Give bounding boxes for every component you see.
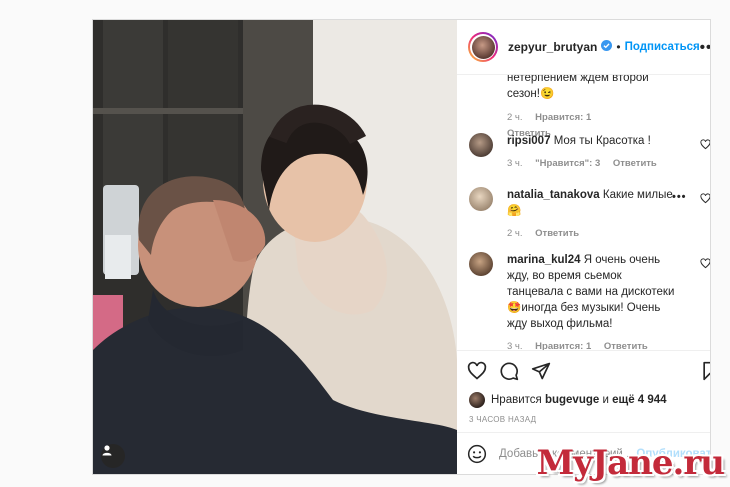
comment-username[interactable]: natalia_tanakova (507, 189, 600, 201)
comment-time[interactable]: 2 ч. (507, 112, 523, 123)
comment-username[interactable]: marina_kul24 (507, 254, 581, 266)
comment-likes[interactable]: "Нравится": 3 (535, 158, 600, 169)
comment-username[interactable]: ripsi007 (507, 135, 550, 147)
share-icon[interactable] (531, 361, 551, 381)
follow-button[interactable]: Подписаться (625, 41, 700, 53)
comment-item: marina_kul24 Я очень очень жду, во время… (469, 252, 711, 350)
photo-illustration (93, 20, 457, 474)
post-timestamp: 3 ЧАСОВ НАЗАД (469, 415, 537, 424)
heart-icon[interactable] (699, 193, 711, 204)
comment-fragment-text: нетерпением ждем второй сезон!😉 (507, 75, 649, 100)
author-avatar[interactable] (468, 32, 498, 62)
reply-button[interactable]: Ответить (604, 341, 648, 350)
comment-item: natalia_tanakova Какие милые 🤗 2 ч. Отве… (469, 187, 711, 242)
author-username[interactable]: zepyur_brutyan (508, 40, 597, 54)
liker-username[interactable]: bugevuge (545, 394, 599, 406)
comment-meta: 2 ч. Ответить (507, 226, 677, 242)
comment-time[interactable]: 3 ч. (507, 341, 523, 350)
reply-button[interactable]: Ответить (613, 158, 657, 169)
heart-icon[interactable] (467, 361, 487, 381)
comment-likes[interactable]: Нравится: 1 (535, 112, 591, 123)
watermark-logo: MyJane.ru (536, 443, 725, 483)
heart-icon[interactable] (699, 139, 711, 150)
liker-avatar[interactable] (469, 392, 485, 408)
comment-avatar[interactable] (469, 133, 493, 157)
comment-meta: 3 ч. "Нравится": 3 Ответить (507, 156, 677, 172)
verified-icon (601, 38, 613, 56)
instagram-post: zepyur_brutyan • Подписаться ••• нетерпе… (92, 19, 711, 475)
post-sidebar: zepyur_brutyan • Подписаться ••• нетерпе… (457, 20, 711, 474)
post-header: zepyur_brutyan • Подписаться ••• (457, 20, 710, 75)
comment-time[interactable]: 3 ч. (507, 158, 523, 169)
comment-fragment: нетерпением ждем второй сезон!😉 2 ч. Нра… (507, 75, 657, 142)
likes-prefix: Нравится (491, 394, 542, 406)
comment-options-button[interactable]: ••• (672, 191, 687, 203)
emoji-icon[interactable] (467, 444, 487, 464)
comment-item: ripsi007 Моя ты Красотка ! 3 ч. "Нравитс… (469, 133, 711, 172)
bookmark-icon[interactable] (701, 361, 711, 381)
comment-text: Моя ты Красотка ! (553, 135, 651, 147)
comment-likes[interactable]: Нравится: 1 (535, 341, 591, 350)
comment-avatar[interactable] (469, 252, 493, 276)
comment-meta: 3 ч. Нравится: 1 Ответить (507, 339, 677, 350)
comment-icon[interactable] (499, 361, 519, 381)
comment-avatar[interactable] (469, 187, 493, 211)
likes-summary[interactable]: Нравится bugevuge и ещё 4 944 (457, 390, 710, 410)
reply-button[interactable]: Ответить (535, 228, 579, 239)
comments-list[interactable]: нетерпением ждем второй сезон!😉 2 ч. Нра… (457, 75, 711, 350)
user-tag-icon[interactable] (101, 444, 125, 468)
post-actions (457, 350, 711, 390)
post-photo[interactable] (93, 20, 457, 474)
likes-count[interactable]: ещё 4 944 (612, 394, 666, 406)
more-options-button[interactable]: ••• (700, 39, 710, 56)
heart-icon[interactable] (699, 258, 711, 269)
comment-time[interactable]: 2 ч. (507, 228, 523, 239)
header-separator: • (616, 40, 621, 54)
likes-middle: и (602, 394, 609, 406)
